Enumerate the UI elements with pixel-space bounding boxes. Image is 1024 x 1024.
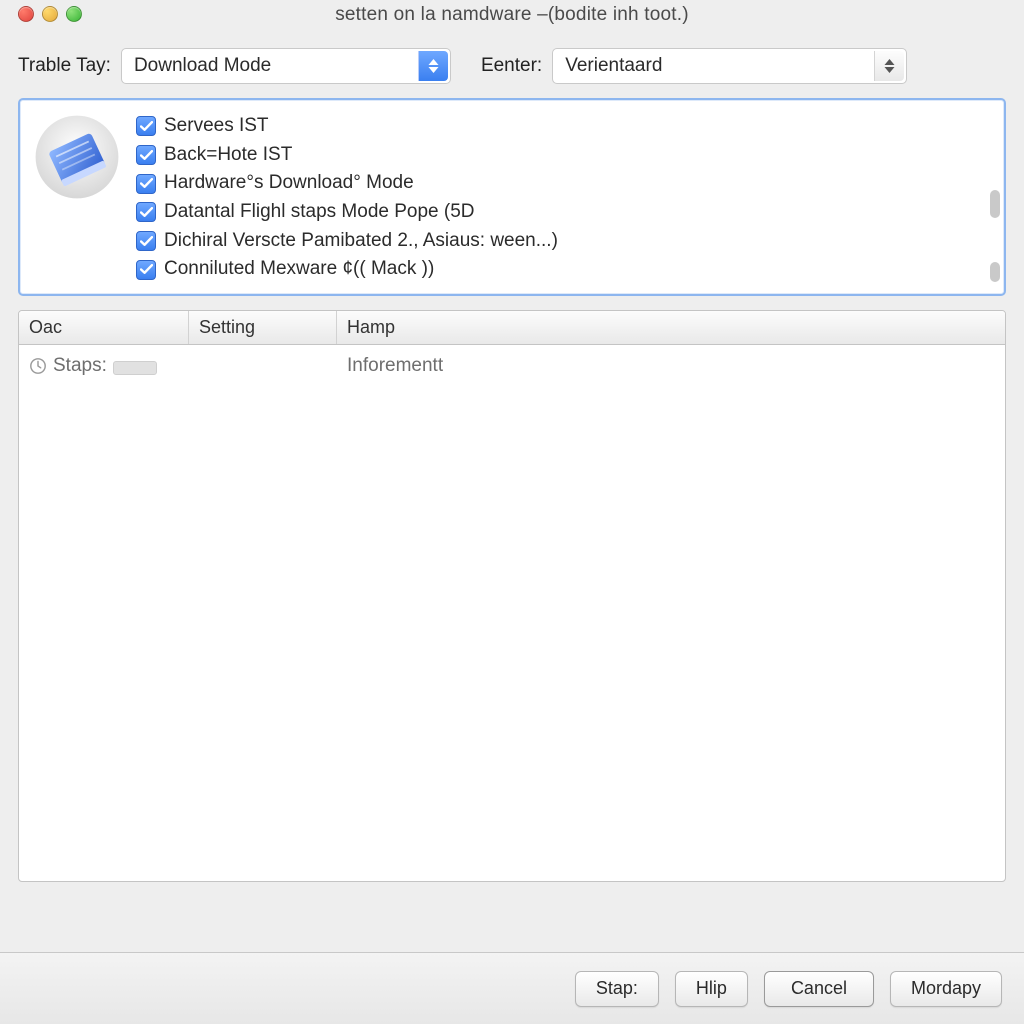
mordapy-button[interactable]: Mordapy [890, 971, 1002, 1007]
options-list: Servees IST Back=Hote IST Hardware°s Dow… [136, 112, 558, 282]
column-header-setting[interactable]: Setting [189, 311, 337, 344]
zoom-icon[interactable] [66, 6, 82, 22]
progress-chip [113, 361, 157, 375]
clock-icon [29, 357, 47, 375]
eenter-value: Verientaard [565, 55, 662, 77]
options-panel: Servees IST Back=Hote IST Hardware°s Dow… [18, 98, 1006, 296]
list-item[interactable]: Hardware°s Download° Mode [136, 171, 558, 196]
checkbox-checked-icon[interactable] [136, 174, 156, 194]
cell-oac-text: Staps: [53, 355, 107, 377]
list-item[interactable]: Datantal Flighl staps Mode Pope (5D [136, 200, 558, 225]
window-title: setten on la namdware –(bodite inh toot.… [12, 4, 1012, 26]
column-header-oac[interactable]: Oac [19, 311, 189, 344]
traffic-lights [18, 6, 82, 22]
trable-tay-value: Download Mode [134, 55, 271, 77]
cancel-button[interactable]: Cancel [764, 971, 874, 1007]
list-item-label: Servees IST [164, 114, 269, 139]
list-item-label: Datantal Flighl staps Mode Pope (5D [164, 200, 475, 225]
chevron-updown-icon [874, 51, 904, 81]
list-item-label: Back=Hote IST [164, 143, 292, 168]
checkbox-checked-icon[interactable] [136, 260, 156, 280]
eenter-dropdown[interactable]: Verientaard [552, 48, 907, 84]
list-item[interactable]: Servees IST [136, 114, 558, 139]
chevron-updown-icon [418, 51, 448, 81]
list-item-label: Hardware°s Download° Mode [164, 171, 414, 196]
scroll-thumb[interactable] [990, 190, 1000, 218]
list-item[interactable]: Back=Hote IST [136, 143, 558, 168]
module-icon [32, 112, 122, 202]
cell-hamp: Inforementt [337, 355, 1005, 377]
titlebar: setten on la namdware –(bodite inh toot.… [0, 0, 1024, 30]
dialog-footer: Stap: Hlip Cancel Mordapy [0, 952, 1024, 1024]
stap-button[interactable]: Stap: [575, 971, 659, 1007]
results-table: Oac Setting Hamp Staps: Inforementt [18, 310, 1006, 882]
eenter-label: Eenter: [481, 55, 542, 77]
trable-tay-label: Trable Tay: [18, 55, 111, 77]
table-row[interactable]: Staps: Inforementt [19, 351, 1005, 381]
cell-oac: Staps: [19, 355, 189, 377]
checkbox-checked-icon[interactable] [136, 202, 156, 222]
scroll-thumb[interactable] [990, 262, 1000, 282]
checkbox-checked-icon[interactable] [136, 145, 156, 165]
table-body: Staps: Inforementt [19, 345, 1005, 387]
trable-tay-dropdown[interactable]: Download Mode [121, 48, 451, 84]
checkbox-checked-icon[interactable] [136, 231, 156, 251]
checkbox-checked-icon[interactable] [136, 116, 156, 136]
list-item[interactable]: Conniluted Mexware ¢(( Mack )) [136, 257, 558, 282]
column-header-hamp[interactable]: Hamp [337, 311, 1005, 344]
close-icon[interactable] [18, 6, 34, 22]
scrollbar[interactable] [990, 190, 1000, 282]
hlip-button[interactable]: Hlip [675, 971, 748, 1007]
dialog-window: setten on la namdware –(bodite inh toot.… [0, 0, 1024, 1024]
minimize-icon[interactable] [42, 6, 58, 22]
list-item-label: Dichiral Verscte Pamibated 2., Asiaus: w… [164, 229, 558, 254]
list-item[interactable]: Dichiral Verscte Pamibated 2., Asiaus: w… [136, 229, 558, 254]
table-header: Oac Setting Hamp [19, 311, 1005, 345]
cell-setting [189, 355, 337, 377]
list-item-label: Conniluted Mexware ¢(( Mack )) [164, 257, 434, 282]
toolbar: Trable Tay: Download Mode Eenter: Verien… [0, 30, 1024, 98]
